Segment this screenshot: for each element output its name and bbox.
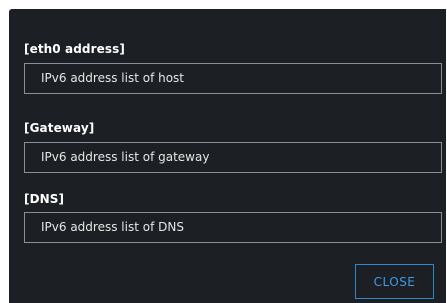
eth0-address-value: IPv6 address list of host	[41, 71, 185, 85]
eth0-address-field: IPv6 address list of host	[24, 63, 442, 94]
dns-field: IPv6 address list of DNS	[24, 212, 442, 243]
dns-value: IPv6 address list of DNS	[41, 220, 184, 234]
ipv6-info-dialog: [eth0 address] IPv6 address list of host…	[9, 9, 446, 303]
gateway-field: IPv6 address list of gateway	[24, 142, 442, 173]
close-button[interactable]: CLOSE	[355, 264, 434, 299]
eth0-address-label: [eth0 address]	[24, 42, 125, 56]
gateway-label: [Gateway]	[24, 121, 95, 135]
gateway-value: IPv6 address list of gateway	[41, 150, 210, 164]
dns-label: [DNS]	[24, 192, 65, 206]
